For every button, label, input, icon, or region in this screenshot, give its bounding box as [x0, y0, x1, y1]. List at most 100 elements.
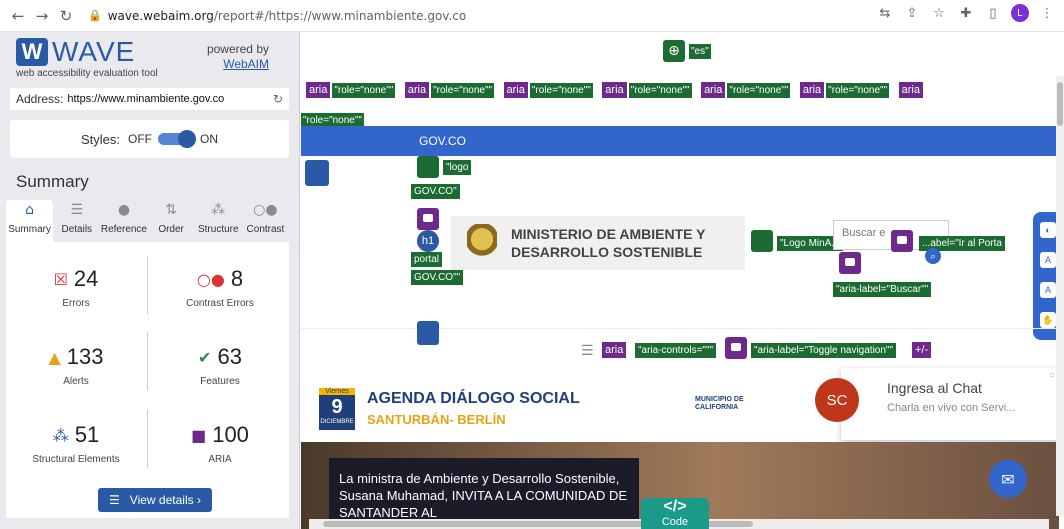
- ministry-logo[interactable]: MINISTERIO DE AMBIENTE Y DESARROLLO SOST…: [451, 216, 745, 270]
- stat-errors[interactable]: ☒ 24 Errors: [6, 266, 146, 309]
- stat-features[interactable]: ✔ 63 Features: [150, 344, 290, 387]
- address-bar[interactable]: 🔒 wave.webaim.org /report#/https://www.m…: [80, 3, 474, 29]
- structure-icon: ⁂: [211, 202, 226, 218]
- role-none-tag: "role="none"": [332, 83, 396, 98]
- agenda-banner[interactable]: Viernes 9 DICIEMBRE AGENDA DIÁLOGO SOCIA…: [301, 376, 841, 442]
- plus-minus-tag[interactable]: +/-: [911, 341, 933, 359]
- tab-structure[interactable]: ⁂ Structure: [195, 200, 242, 242]
- agenda-title: AGENDA DIÁLOGO SOCIAL: [367, 390, 580, 407]
- webaim-link[interactable]: WebAIM: [207, 57, 269, 72]
- tab-details[interactable]: ☰ Details: [53, 200, 100, 242]
- chat-subtitle: Charla en vivo con Servi...: [887, 402, 1016, 414]
- globe-icon: ⊕: [663, 40, 685, 62]
- lang-annotation[interactable]: ⊕ "es": [663, 40, 715, 62]
- view-details-button[interactable]: ☰ View details ›: [98, 488, 212, 512]
- stat-contrast-errors[interactable]: ○● 8 Contrast Errors: [150, 266, 290, 309]
- role-none-tag: "role="none"": [431, 83, 495, 98]
- structure-region-icon[interactable]: [305, 160, 329, 186]
- alert-icon: ▲: [48, 347, 61, 367]
- date-badge: Viernes 9 DICIEMBRE: [319, 388, 355, 430]
- close-icon[interactable]: ○: [1049, 370, 1055, 381]
- address-input[interactable]: https://www.minambiente.gov.co: [67, 93, 273, 105]
- aria-tag[interactable]: aria: [305, 81, 332, 99]
- gov-co-label[interactable]: GOV.CO: [419, 134, 466, 148]
- code-toggle-button[interactable]: </> Code: [641, 498, 709, 529]
- aria-count: 100: [212, 422, 249, 447]
- search-icon[interactable]: ⌕: [925, 248, 941, 264]
- tab-contrast-label: Contrast: [246, 224, 285, 235]
- font-increase-icon[interactable]: A: [1040, 252, 1056, 268]
- stat-structural[interactable]: ⁂ 51 Structural Elements: [6, 422, 146, 465]
- nav-toggle-row: ☰ aria "aria-controls=""" "aria-label="T…: [301, 321, 1059, 372]
- aria-label-icon[interactable]: [725, 337, 747, 359]
- role-none-tag: "role="none"": [727, 83, 791, 98]
- nav-structure-icon[interactable]: [417, 321, 439, 345]
- address-label: Address:: [16, 92, 64, 106]
- share-icon[interactable]: ⇪: [903, 6, 921, 21]
- forward-icon[interactable]: →: [32, 7, 52, 25]
- home-icon: ⌂: [25, 202, 35, 218]
- structural-label: Structural Elements: [32, 454, 120, 465]
- extensions-puzzle-icon[interactable]: ✚: [957, 6, 975, 21]
- sidepanel-icon[interactable]: ▯: [984, 6, 1002, 21]
- aria-label-icon[interactable]: [839, 252, 861, 274]
- image-alt-icon[interactable]: [417, 156, 439, 178]
- reload-icon[interactable]: ↻: [56, 7, 76, 25]
- styles-off-label: OFF: [128, 132, 152, 146]
- contrast-error-icon: ○●: [196, 269, 225, 289]
- wave-brand: W WAVE web accessibility evaluation tool…: [0, 32, 299, 82]
- sign-language-icon[interactable]: ✋: [1040, 312, 1056, 328]
- vertical-scrollbar[interactable]: [1056, 76, 1064, 516]
- powered-by-label: powered by: [206, 42, 269, 56]
- stat-aria[interactable]: ■ 100 ARIA: [150, 422, 290, 465]
- styles-toggle[interactable]: [158, 130, 196, 148]
- portal-gov-tag: GOV.CO"": [411, 270, 464, 285]
- translate-icon[interactable]: ⇆: [876, 6, 894, 21]
- aria-stat-icon: ■: [191, 425, 207, 445]
- chat-avatar: SC: [815, 378, 859, 422]
- aria-tag[interactable]: aria: [798, 81, 826, 99]
- aria-tag[interactable]: aria: [897, 81, 924, 99]
- contrast-tool-icon[interactable]: ◐: [1040, 222, 1056, 238]
- h1-icon[interactable]: h1: [417, 230, 439, 252]
- aria-tag[interactable]: aria: [403, 81, 431, 99]
- ministry-line-1: MINISTERIO DE AMBIENTE Y: [511, 226, 706, 242]
- image-alt-icon[interactable]: [751, 230, 773, 252]
- role-none-tag: "role="none"": [529, 83, 593, 98]
- powered-by: powered by WebAIM: [207, 42, 269, 72]
- message-icon[interactable]: ✉: [989, 460, 1027, 498]
- stat-alerts[interactable]: ▲ 133 Alerts: [6, 344, 146, 387]
- aria-tag[interactable]: aria: [700, 81, 727, 99]
- tab-contrast[interactable]: ○● Contrast: [242, 200, 289, 242]
- alerts-label: Alerts: [63, 376, 89, 387]
- aria-tag[interactable]: aria: [601, 341, 628, 359]
- address-row: Address: https://www.minambiente.gov.co …: [10, 88, 289, 110]
- tab-reference[interactable]: ● Reference: [100, 200, 147, 242]
- ministry-line-2: DESARROLLO SOSTENIBLE: [511, 244, 703, 260]
- back-icon[interactable]: ←: [8, 7, 28, 25]
- profile-avatar[interactable]: L: [1011, 4, 1029, 22]
- contrast-icon: ○●: [253, 202, 278, 218]
- aria-label: ARIA: [208, 454, 232, 465]
- summary-heading: Summary: [16, 172, 89, 191]
- agenda-subtitle: SANTURBÁN- BERLÍN: [367, 412, 506, 427]
- role-none-tag: "role="none"": [628, 83, 692, 98]
- tab-summary[interactable]: ⌂ Summary: [6, 200, 54, 242]
- info-icon: ●: [117, 202, 131, 218]
- refresh-icon[interactable]: ↻: [273, 92, 283, 106]
- bookmark-star-icon[interactable]: ☆: [930, 6, 948, 21]
- structure-stat-icon: ⁂: [52, 425, 69, 445]
- aria-tag[interactable]: aria: [601, 81, 628, 99]
- tab-order[interactable]: ⇅ Order: [148, 200, 195, 242]
- divider: [147, 410, 148, 468]
- hamburger-icon[interactable]: ☰: [581, 343, 594, 359]
- styles-toggle-row: Styles: OFF ON: [10, 120, 289, 158]
- more-menu-icon[interactable]: ⋮: [1038, 6, 1056, 21]
- date-weekday: Viernes: [319, 388, 355, 395]
- features-count: 63: [217, 344, 242, 369]
- aria-tag[interactable]: aria: [502, 81, 529, 99]
- chat-widget[interactable]: SC Ingresa al Chat Charla en vivo con Se…: [815, 368, 1063, 440]
- aria-label-icon[interactable]: [891, 230, 913, 252]
- font-decrease-icon[interactable]: A: [1040, 282, 1056, 298]
- aria-label-icon[interactable]: [417, 208, 439, 230]
